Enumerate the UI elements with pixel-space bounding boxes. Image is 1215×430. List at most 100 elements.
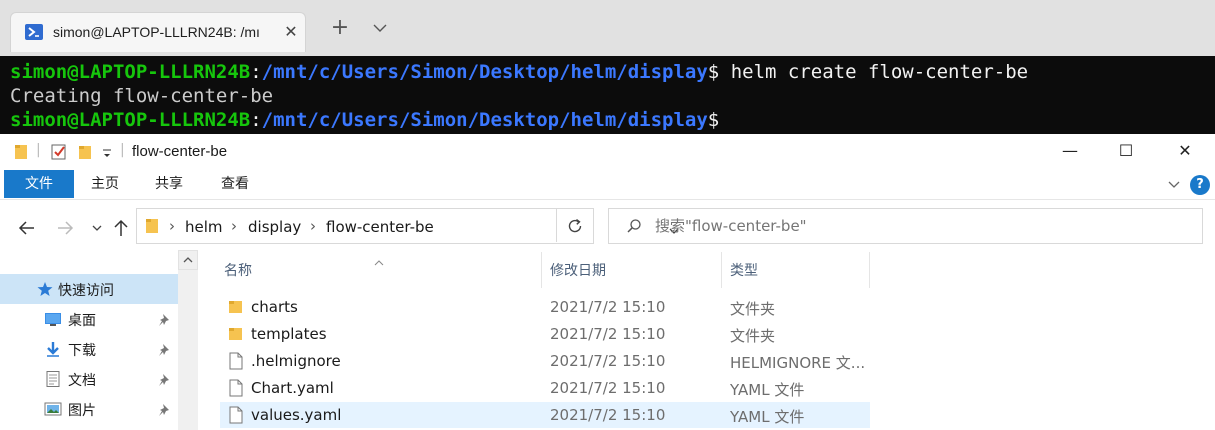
expand-ribbon-icon[interactable] (1166, 176, 1182, 192)
file-icon (228, 379, 244, 397)
breadcrumb-flow-center-be[interactable]: flow-center-be (326, 218, 434, 236)
recent-locations-icon[interactable] (86, 217, 108, 239)
column-divider[interactable] (541, 252, 542, 288)
tab-view[interactable]: 查看 (210, 170, 260, 198)
column-divider[interactable] (721, 252, 722, 288)
navigation-bar: › helm › display › flow-center-be (0, 208, 1215, 246)
pictures-icon (44, 401, 62, 417)
breadcrumb-separator-icon: › (231, 217, 237, 235)
breadcrumb-separator-icon: › (169, 217, 175, 235)
forward-icon[interactable] (54, 217, 76, 239)
file-name: values.yaml (251, 406, 342, 424)
tab-bar-overlap: ▯ ▯▯ ▯ ▯▯ ▯ ▯▯ ▯ ▯▯ ▯▯▯ ▯▯ ▯ ▯ ▯ ▯ ▯▯ ▯ … (0, 0, 1215, 8)
nav-item-label: 文档 (68, 373, 96, 389)
nav-item-pictures[interactable]: 图片 (0, 394, 178, 424)
pin-icon[interactable] (158, 372, 172, 386)
file-name: charts (251, 298, 298, 316)
search-icon (625, 217, 643, 239)
file-type: YAML 文件 (730, 381, 805, 399)
folder-icon (228, 298, 244, 316)
maximize-button[interactable]: ☐ (1098, 134, 1154, 168)
file-row[interactable]: Chart.yaml 2021/7/2 15:10 YAML 文件 (220, 375, 870, 401)
nav-item-label: 快速访问 (58, 283, 114, 299)
up-icon[interactable] (110, 217, 132, 239)
terminal-tab-bar: ▯ ▯▯ ▯ ▯▯ ▯ ▯▯ ▯ ▯▯ ▯▯▯ ▯▯ ▯ ▯ ▯ ▯ ▯▯ ▯ … (0, 0, 1215, 56)
file-row[interactable]: values.yaml 2021/7/2 15:10 YAML 文件 (220, 402, 870, 428)
address-bar[interactable]: › helm › display › flow-center-be (136, 208, 679, 244)
close-button[interactable]: ✕ (1157, 134, 1213, 168)
file-explorer-window: | | flow-center-be — ☐ ✕ 文件 主页 共享 查看 ? ›… (0, 134, 1215, 430)
nav-item-label: 桌面 (68, 313, 96, 329)
file-row[interactable]: charts 2021/7/2 15:10 文件夹 (220, 294, 870, 320)
refresh-icon[interactable] (565, 216, 585, 240)
pin-icon[interactable] (158, 342, 172, 356)
new-tab-button[interactable]: + (330, 17, 350, 39)
file-row[interactable]: .helmignore 2021/7/2 15:10 HELMIGNORE 文.… (220, 348, 870, 374)
scroll-up-button[interactable] (178, 250, 198, 270)
explorer-title-bar: | | flow-center-be — ☐ ✕ (0, 134, 1215, 170)
nav-item-label: 图片 (68, 403, 96, 419)
toolbar-divider-2: | (120, 142, 125, 158)
file-type: YAML 文件 (730, 408, 805, 426)
nav-item-desktop[interactable]: 桌面 (0, 304, 178, 334)
chevron-down-icon[interactable] (372, 20, 390, 38)
breadcrumb-helm[interactable]: helm (185, 218, 223, 236)
star-icon (36, 281, 54, 297)
pin-icon[interactable] (158, 312, 172, 326)
nav-item-downloads[interactable]: 下载 (0, 334, 178, 364)
tab-home[interactable]: 主页 (80, 170, 130, 198)
help-button[interactable]: ? (1190, 175, 1210, 195)
tab-file[interactable]: 文件 (4, 170, 74, 198)
column-divider[interactable] (869, 252, 870, 288)
file-name: templates (251, 325, 327, 343)
download-icon (44, 341, 62, 357)
column-header-modified[interactable]: 修改日期 (550, 260, 606, 280)
file-date: 2021/7/2 15:10 (550, 325, 666, 343)
file-name: .helmignore (251, 352, 341, 370)
nav-item-documents[interactable]: 文档 (0, 364, 178, 394)
terminal-tab-title: simon@LAPTOP-LLLRN24B: /mı (53, 24, 260, 40)
folder-icon (145, 217, 159, 239)
file-type: 文件夹 (730, 300, 776, 318)
file-date: 2021/7/2 15:10 (550, 406, 666, 424)
search-input[interactable] (655, 215, 1175, 237)
terminal-output[interactable]: simon@LAPTOP-LLLRN24B:/mnt/c/Users/Simon… (0, 56, 1215, 134)
file-name: Chart.yaml (251, 379, 334, 397)
terminal-line-1: simon@LAPTOP-LLLRN24B:/mnt/c/Users/Simon… (10, 61, 1029, 83)
tab-share[interactable]: 共享 (144, 170, 194, 198)
file-row[interactable]: templates 2021/7/2 15:10 文件夹 (220, 321, 870, 347)
minimize-button[interactable]: — (1042, 134, 1098, 168)
customize-toolbar-icon[interactable] (102, 145, 112, 163)
breadcrumb-display[interactable]: display (248, 218, 301, 236)
file-list: 名称 修改日期 类型 charts 2021/7/2 15:10 文件夹 tem… (220, 250, 870, 430)
close-tab-icon[interactable]: ✕ (281, 22, 301, 42)
window-title: flow-center-be (132, 143, 228, 160)
breadcrumb-separator-icon: › (310, 217, 316, 235)
back-icon[interactable] (16, 217, 38, 239)
scrollbar-track[interactable] (178, 270, 198, 430)
folder-icon (14, 143, 28, 161)
file-date: 2021/7/2 15:10 (550, 352, 666, 370)
column-header-name[interactable]: 名称 (224, 260, 252, 280)
navigation-pane: 快速访问 桌面 下载 文档 图片 (0, 250, 200, 430)
properties-icon[interactable] (50, 143, 68, 161)
sort-ascending-icon (373, 252, 385, 271)
toolbar-divider: | (36, 142, 41, 158)
terminal-line-3: simon@LAPTOP-LLLRN24B:/mnt/c/Users/Simon… (10, 109, 720, 131)
file-date: 2021/7/2 15:10 (550, 298, 666, 316)
file-type: HELMIGNORE 文... (730, 354, 864, 372)
new-folder-icon[interactable] (78, 143, 92, 161)
ribbon-tabs: 文件 主页 共享 查看 (0, 170, 1215, 200)
file-icon (228, 352, 244, 370)
nav-item-quick-access[interactable]: 快速访问 (0, 274, 178, 304)
nav-item-label: 下载 (68, 343, 96, 359)
document-icon (44, 371, 62, 387)
terminal-tab[interactable]: simon@LAPTOP-LLLRN24B: /mı ✕ (10, 12, 306, 52)
address-divider (556, 208, 557, 242)
column-header-type[interactable]: 类型 (730, 260, 758, 280)
pin-icon[interactable] (158, 402, 172, 416)
terminal-shell-icon (25, 24, 43, 40)
search-box[interactable] (608, 208, 1203, 244)
file-type: 文件夹 (730, 327, 776, 345)
folder-icon (228, 325, 244, 343)
